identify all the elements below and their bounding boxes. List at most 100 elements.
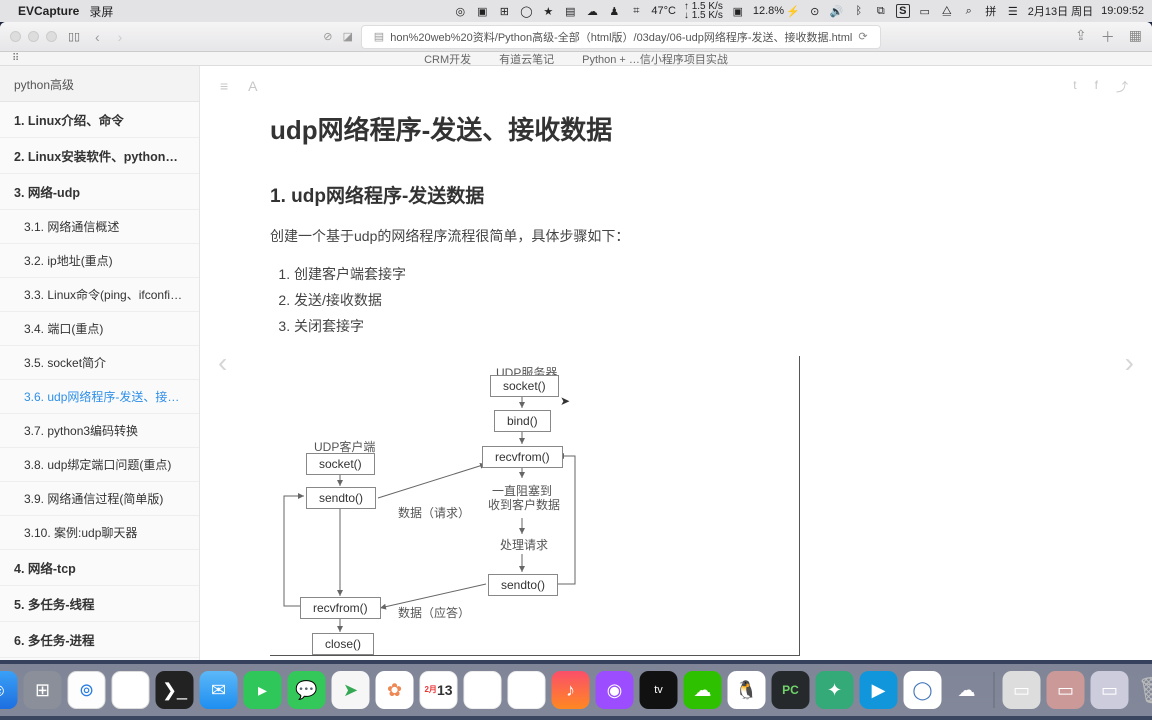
music-app-icon[interactable]: ♪	[552, 671, 590, 709]
reminders-app-icon[interactable]: ☰	[464, 671, 502, 709]
menubar-date[interactable]: 2月13日 周日	[1028, 3, 1093, 19]
messages-app-icon[interactable]: 💬	[288, 671, 326, 709]
prev-page-button[interactable]: ‹	[218, 347, 227, 379]
bluetooth-icon[interactable]: ᛒ	[852, 4, 866, 18]
minimized-window-icon[interactable]: ▭	[1047, 671, 1085, 709]
hamburger-icon[interactable]: ≡	[220, 78, 228, 94]
minimize-window-icon[interactable]	[28, 31, 39, 42]
bookmark-link[interactable]: CRM开发	[424, 51, 471, 67]
apps-grid-icon[interactable]: ⠿	[12, 53, 19, 64]
status-icon[interactable]: ♟	[607, 4, 621, 18]
status-icon[interactable]: ⊞	[497, 4, 511, 18]
app-icon[interactable]: ☁	[948, 671, 986, 709]
status-icon[interactable]: ⧉	[874, 4, 888, 18]
facetime-app-icon[interactable]: ▸	[244, 671, 282, 709]
menubar-time[interactable]: 19:09:52	[1101, 5, 1144, 17]
cursor-pointer-icon: ➤	[560, 394, 570, 408]
twitter-share-icon[interactable]: t	[1073, 78, 1076, 95]
menu-record[interactable]: 录屏	[89, 3, 113, 20]
udp-flow-diagram: UDP客户端 UDP服务器 socket() sendto() recvfrom…	[270, 356, 800, 656]
sidebar-item[interactable]: 6. 多任务-进程	[0, 622, 199, 658]
sidebar-item[interactable]: 3.5. socket简介	[0, 346, 199, 380]
sidebar-toggle-icon[interactable]: ▯▯	[67, 30, 81, 44]
sidebar-item[interactable]: 4. 网络-tcp	[0, 550, 199, 586]
app-icon[interactable]: ◯	[904, 671, 942, 709]
calendar-app-icon[interactable]: 2月13	[420, 671, 458, 709]
volume-icon[interactable]: 🔊	[830, 4, 844, 18]
battery-icon[interactable]: ▭	[918, 4, 932, 18]
minimized-window-icon[interactable]: ▭	[1003, 671, 1041, 709]
launchpad-app-icon[interactable]: ⊞	[24, 671, 62, 709]
facebook-share-icon[interactable]: f	[1095, 78, 1098, 95]
status-icon[interactable]: ▣	[475, 4, 489, 18]
status-icon[interactable]: ⊙	[808, 4, 822, 18]
status-icon[interactable]: ★	[541, 4, 555, 18]
new-tab-icon[interactable]: ＋	[1101, 27, 1115, 47]
notes-app-icon[interactable]: ▥	[508, 671, 546, 709]
photos-app-icon[interactable]: ✿	[376, 671, 414, 709]
wechat-menu-icon[interactable]: ☁	[585, 4, 599, 18]
privacy-icon[interactable]: ⊘	[321, 30, 335, 44]
sidebar-item[interactable]: 3.7. python3编码转换	[0, 414, 199, 448]
battery-status[interactable]: 12.8%⚡	[753, 5, 800, 18]
status-icon[interactable]: ⌗	[629, 4, 643, 18]
sidebar-item[interactable]: 1. Linux介绍、命令	[0, 102, 199, 138]
macos-dock[interactable]: ☺ ⊞ ⊚ ◉ ❯_ ✉ ▸ 💬 ➤ ✿ 2月13 ☰ ▥ ♪ ◉ tv ☁ 🐧…	[0, 664, 1152, 716]
safari-app-icon[interactable]: ⊚	[68, 671, 106, 709]
share-icon[interactable]: ⇪	[1075, 27, 1087, 47]
bookmark-link[interactable]: Python + …信小程序项目实战	[582, 51, 728, 67]
mail-app-icon[interactable]: ✉	[200, 671, 238, 709]
status-icon[interactable]: ▣	[731, 4, 745, 18]
sidebar-item[interactable]: 5. 多任务-线程	[0, 586, 199, 622]
sidebar-item[interactable]: 3.3. Linux命令(ping、ifconfig等)	[0, 278, 199, 312]
diagram-box: recvfrom()	[482, 446, 563, 468]
sidebar-item[interactable]: 3.10. 案例:udp聊天器	[0, 516, 199, 550]
share-icon[interactable]: ⤴	[1116, 78, 1128, 95]
sidebar-item[interactable]: 3.4. 端口(重点)	[0, 312, 199, 346]
pycharm-app-icon[interactable]: PC	[772, 671, 810, 709]
sidebar-item[interactable]: 3.1. 网络通信概述	[0, 210, 199, 244]
sidebar-item[interactable]: 3.2. ip地址(重点)	[0, 244, 199, 278]
chrome-app-icon[interactable]: ◉	[112, 671, 150, 709]
search-icon[interactable]: ⌕	[962, 4, 976, 18]
back-button[interactable]: ‹	[91, 29, 104, 45]
window-controls[interactable]	[10, 31, 57, 42]
app-icon[interactable]: ✦	[816, 671, 854, 709]
tv-app-icon[interactable]: tv	[640, 671, 678, 709]
sidebar-item[interactable]: 2. Linux安装软件、python开发环境	[0, 138, 199, 174]
font-icon[interactable]: A	[248, 78, 257, 94]
sidebar-item[interactable]: 3.9. 网络通信过程(简单版)	[0, 482, 199, 516]
input-menu-icon[interactable]: 拼	[984, 4, 998, 18]
maps-app-icon[interactable]: ➤	[332, 671, 370, 709]
sidebar-item[interactable]: 7. 多任务-协程	[0, 658, 199, 660]
wifi-icon[interactable]: ⧋	[940, 4, 954, 18]
reader-icon[interactable]: ◪	[341, 30, 355, 44]
sidebar-item[interactable]: 3.8. udp绑定端口问题(重点)	[0, 448, 199, 482]
sidebar-item[interactable]: 3. 网络-udp	[0, 174, 199, 210]
tabs-overview-icon[interactable]: ▦	[1129, 27, 1142, 47]
podcasts-app-icon[interactable]: ◉	[596, 671, 634, 709]
terminal-app-icon[interactable]: ❯_	[156, 671, 194, 709]
toc-sidebar[interactable]: python高级 1. Linux介绍、命令2. Linux安装软件、pytho…	[0, 66, 200, 660]
close-window-icon[interactable]	[10, 31, 21, 42]
reload-icon[interactable]: ⟳	[858, 30, 867, 43]
article-content[interactable]: ≡ A t f ⤴ ‹ › udp网络程序-发送、接收数据 1. udp网络程序…	[200, 66, 1152, 660]
trash-icon[interactable]: 🗑	[1135, 671, 1152, 709]
status-icon[interactable]: ▤	[563, 4, 577, 18]
zoom-window-icon[interactable]	[46, 31, 57, 42]
finder-app-icon[interactable]: ☺	[0, 671, 18, 709]
status-icon[interactable]: ◎	[453, 4, 467, 18]
status-icon[interactable]: S	[896, 4, 910, 18]
status-icon[interactable]: ◯	[519, 4, 533, 18]
minimized-window-icon[interactable]: ▭	[1091, 671, 1129, 709]
forward-button[interactable]: ›	[114, 29, 127, 45]
app-icon[interactable]: ▶	[860, 671, 898, 709]
next-page-button[interactable]: ›	[1125, 347, 1134, 379]
address-bar[interactable]: ▤ hon%20web%20资料/Python高级-全部（html版）/03da…	[361, 25, 881, 49]
bookmark-link[interactable]: 有道云笔记	[499, 51, 554, 67]
qq-app-icon[interactable]: 🐧	[728, 671, 766, 709]
app-name[interactable]: EVCapture	[18, 4, 79, 18]
sidebar-item[interactable]: 3.6. udp网络程序-发送、接收数据…	[0, 380, 199, 414]
wechat-app-icon[interactable]: ☁	[684, 671, 722, 709]
control-center-icon[interactable]: ☰	[1006, 4, 1020, 18]
